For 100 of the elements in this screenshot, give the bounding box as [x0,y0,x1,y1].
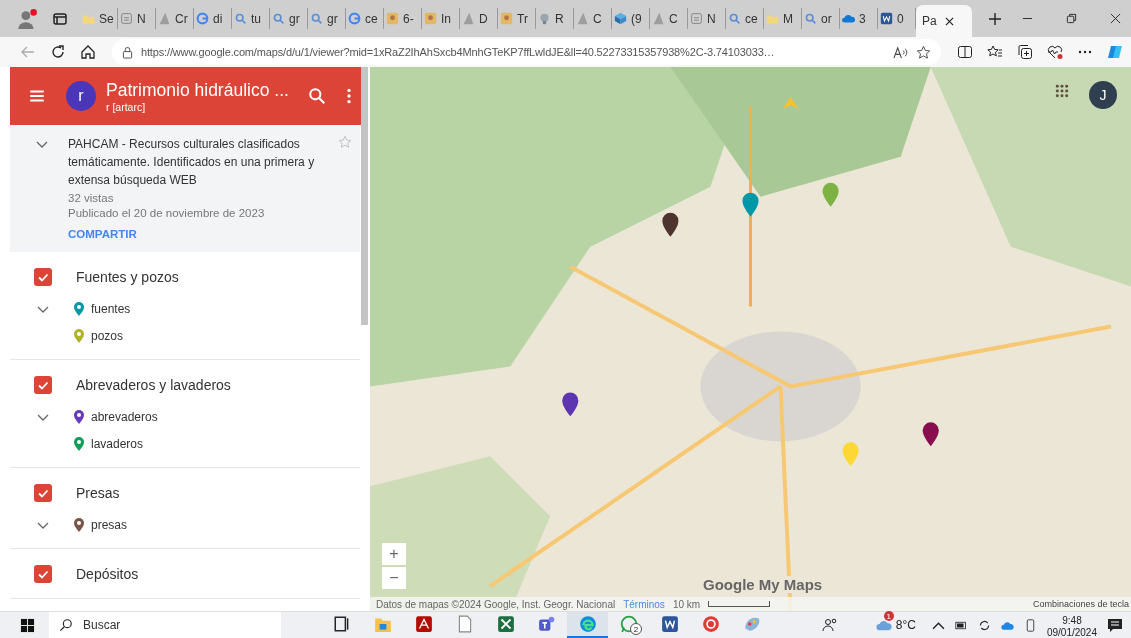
taskbar-search-field[interactable]: Buscar [49,612,281,638]
collections-icon[interactable] [1017,44,1033,60]
palette-icon [742,615,761,633]
browser-tab[interactable]: gr [308,8,346,29]
browser-tab[interactable]: (9 [612,8,650,29]
browser-tab[interactable]: M [764,8,802,29]
layer-item[interactable]: presas [91,518,128,532]
browser-tab[interactable]: Cr [156,8,194,29]
browser-tab[interactable]: Se [80,8,118,29]
bulb-icon [538,12,551,25]
apps-icon[interactable] [1055,84,1069,98]
clock-time: 9:48 [1062,615,1082,627]
people-icon[interactable] [821,617,838,633]
target-icon [701,615,720,633]
chevron-icon[interactable] [36,141,48,149]
close-icon[interactable] [1110,13,1121,24]
restore-icon[interactable] [1066,13,1077,24]
split-screen-icon[interactable] [957,44,973,60]
layer-checkbox[interactable] [34,484,52,502]
layer-checkbox[interactable] [34,268,52,286]
tab-title: C [669,11,678,26]
notifications-icon[interactable] [1107,617,1123,633]
tab-title: Tr [517,11,528,26]
layer-item[interactable]: fuentes [91,302,131,316]
search-icon [804,12,817,25]
home-icon[interactable] [80,44,96,60]
browser-tab[interactable]: or [802,8,840,29]
layer-checkbox[interactable] [34,376,52,394]
browser-tab[interactable]: D [460,8,498,29]
notification-badge: 2 [630,623,642,635]
chevron-icon[interactable] [37,306,49,314]
zoom-in-button[interactable]: + [382,543,406,565]
folder-icon [82,12,95,25]
clock-date: 09/01/2024 [1046,627,1097,638]
layer-checkbox[interactable] [34,565,52,583]
star-icon[interactable] [338,135,352,149]
scale-bar [708,601,771,607]
browser-tab[interactable]: Pa [916,5,972,37]
document-icon [120,12,133,25]
layer-item[interactable]: abrevaderos [91,410,158,424]
search-icon[interactable] [308,87,326,105]
favorites-icon[interactable] [987,44,1003,60]
browser-tab[interactable]: C [574,8,612,29]
map-owner: r [artarc] [106,100,147,113]
chevron-icon[interactable] [37,414,49,422]
tab-title: 0 [897,11,904,26]
taskbar-app[interactable]: 2 [608,612,649,638]
refresh-icon[interactable] [50,44,66,60]
chat-icon [619,615,638,633]
tab-title: Se [99,11,114,26]
sync-icon[interactable] [977,618,991,632]
word-icon [880,12,893,25]
map-title: Patrimonio hidráulico ... [106,79,290,101]
start-icon[interactable] [20,617,35,633]
star-icon[interactable] [916,44,931,60]
browser-tab[interactable]: 6- [384,8,422,29]
browser-tab[interactable]: R [536,8,574,29]
tab-title: ce [365,11,378,26]
address-bar[interactable]: https://www.google.com/maps/d/u/1/viewer?mid=1xRaZ2IhAhSxcb4MnhGTeKP7ffLwldJE&ll=40.52273315357938%2C-3.74103033… [112,39,941,65]
notification-badge: 1 [883,611,894,621]
folder-icon [373,615,392,633]
browser-tab[interactable]: tu [232,8,270,29]
tab-title: N [707,11,716,26]
layer-title: Fuentes y pozos [76,269,179,285]
browser-tab[interactable]: In [422,8,460,29]
layer-item[interactable]: pozos [91,329,124,343]
g-letter-icon [348,12,361,25]
tab-title: or [821,11,832,26]
scrollbar[interactable] [361,67,368,325]
browser-tab[interactable]: ce [346,8,384,29]
tab-title: Cr [175,11,188,26]
browser-tab[interactable]: ce [726,8,764,29]
close-icon[interactable] [944,16,954,26]
tab-title: (9 [631,11,642,26]
browser-tab[interactable]: N [688,8,726,29]
profile-icon[interactable] [16,7,38,30]
tab-title: R [555,11,564,26]
chevron-icon[interactable] [37,522,49,530]
view-count: 32 vistas [68,192,115,204]
zoom-out-button[interactable]: − [382,567,406,589]
layer-item[interactable]: lavaderos [91,437,144,451]
triangle-icon [576,12,589,25]
photo-icon [386,12,399,25]
keyboard-shortcuts-link[interactable]: Combinaciones de tecla [1032,599,1131,609]
tab-title: M [783,11,793,26]
layer-title: Depósitos [76,566,139,582]
browser-tab[interactable]: 3 [840,8,878,29]
temperature: 8°C [895,618,916,632]
new-tab-icon[interactable] [988,11,1002,26]
browser-tab[interactable]: N [118,8,156,29]
read-aloud-icon[interactable] [893,44,908,60]
copilot-icon[interactable] [1107,44,1123,60]
browser-tab[interactable]: gr [270,8,308,29]
health-icon[interactable] [1047,44,1063,60]
browser-tab[interactable]: C [650,8,688,29]
owner-avatar: r [66,81,96,111]
browser-tab[interactable]: di [194,8,232,29]
browser-tab[interactable]: Tr [498,8,536,29]
tab-actions-icon[interactable] [52,10,68,27]
photo-icon [500,12,513,25]
